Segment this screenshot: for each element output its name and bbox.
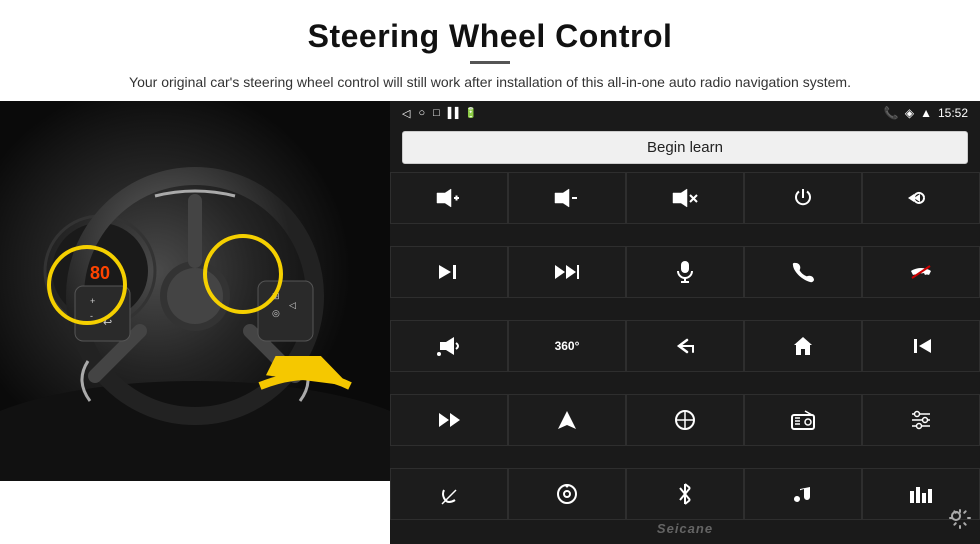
steering-wheel-svg: 80 + - ↩ ⊞: [0, 101, 390, 481]
title-divider: [470, 61, 510, 64]
battery-signal-icon: ▌▌ 🔋: [448, 108, 477, 119]
icon-fast-fwd[interactable]: [390, 394, 508, 446]
icon-vol-mute[interactable]: [626, 172, 744, 224]
header-section: Steering Wheel Control Your original car…: [0, 0, 980, 101]
icon-music[interactable]: [744, 468, 862, 520]
phone-icon: 📞: [884, 106, 899, 120]
icon-power[interactable]: [744, 172, 862, 224]
icon-radio[interactable]: [744, 394, 862, 446]
icon-prev-track[interactable]: [862, 320, 980, 372]
subtitle-text: Your original car's steering wheel contr…: [80, 72, 900, 93]
begin-learn-button[interactable]: Begin learn: [402, 131, 968, 164]
icon-vol-up[interactable]: [390, 172, 508, 224]
status-left: ◁ ○ □ ▌▌ 🔋: [402, 107, 477, 120]
icon-mic[interactable]: [626, 246, 744, 298]
svg-text:↩: ↩: [103, 317, 112, 329]
settings-gear-button[interactable]: [948, 508, 972, 538]
icon-bluetooth[interactable]: [626, 468, 744, 520]
icon-call-prev[interactable]: [862, 172, 980, 224]
svg-text:-: -: [90, 311, 93, 321]
icon-grid: 360°: [390, 170, 980, 544]
status-bar: ◁ ○ □ ▌▌ 🔋 📞 ◈ ▲ 15:52: [390, 101, 980, 125]
icon-dial[interactable]: [508, 468, 626, 520]
location-icon: ◈: [905, 106, 914, 120]
icon-nav[interactable]: [508, 394, 626, 446]
icon-seek-next[interactable]: [508, 246, 626, 298]
steering-wheel-panel: 80 + - ↩ ⊞: [0, 101, 390, 481]
icon-phone[interactable]: [744, 246, 862, 298]
steering-wheel-bg: 80 + - ↩ ⊞: [0, 101, 390, 481]
begin-learn-row: Begin learn: [390, 125, 980, 170]
icon-horn[interactable]: [390, 320, 508, 372]
content-section: 80 + - ↩ ⊞: [0, 101, 980, 544]
svg-text:80: 80: [90, 263, 110, 283]
page-container: Steering Wheel Control Your original car…: [0, 0, 980, 544]
icon-end-call[interactable]: [862, 246, 980, 298]
back-nav-icon[interactable]: ◁: [402, 107, 410, 120]
icon-home[interactable]: [744, 320, 862, 372]
svg-text:◁: ◁: [289, 300, 296, 310]
svg-text:+: +: [90, 296, 95, 306]
icon-mic2[interactable]: [390, 468, 508, 520]
home-nav-icon[interactable]: ○: [418, 107, 425, 119]
android-panel: ◁ ○ □ ▌▌ 🔋 📞 ◈ ▲ 15:52 Begin learn: [390, 101, 980, 544]
wifi-icon: ▲: [920, 106, 932, 120]
icon-skip-next[interactable]: [390, 246, 508, 298]
icon-sliders[interactable]: [862, 394, 980, 446]
svg-text:◎: ◎: [272, 308, 280, 318]
status-time: 15:52: [938, 106, 968, 120]
icon-360-label: 360°: [555, 339, 580, 353]
icon-back[interactable]: [626, 320, 744, 372]
icon-eq[interactable]: [626, 394, 744, 446]
recents-nav-icon[interactable]: □: [433, 107, 440, 119]
icon-360[interactable]: 360°: [508, 320, 626, 372]
icon-vol-down[interactable]: [508, 172, 626, 224]
page-title: Steering Wheel Control: [60, 18, 920, 55]
status-right: 📞 ◈ ▲ 15:52: [884, 106, 968, 120]
svg-text:⊞: ⊞: [272, 291, 280, 301]
